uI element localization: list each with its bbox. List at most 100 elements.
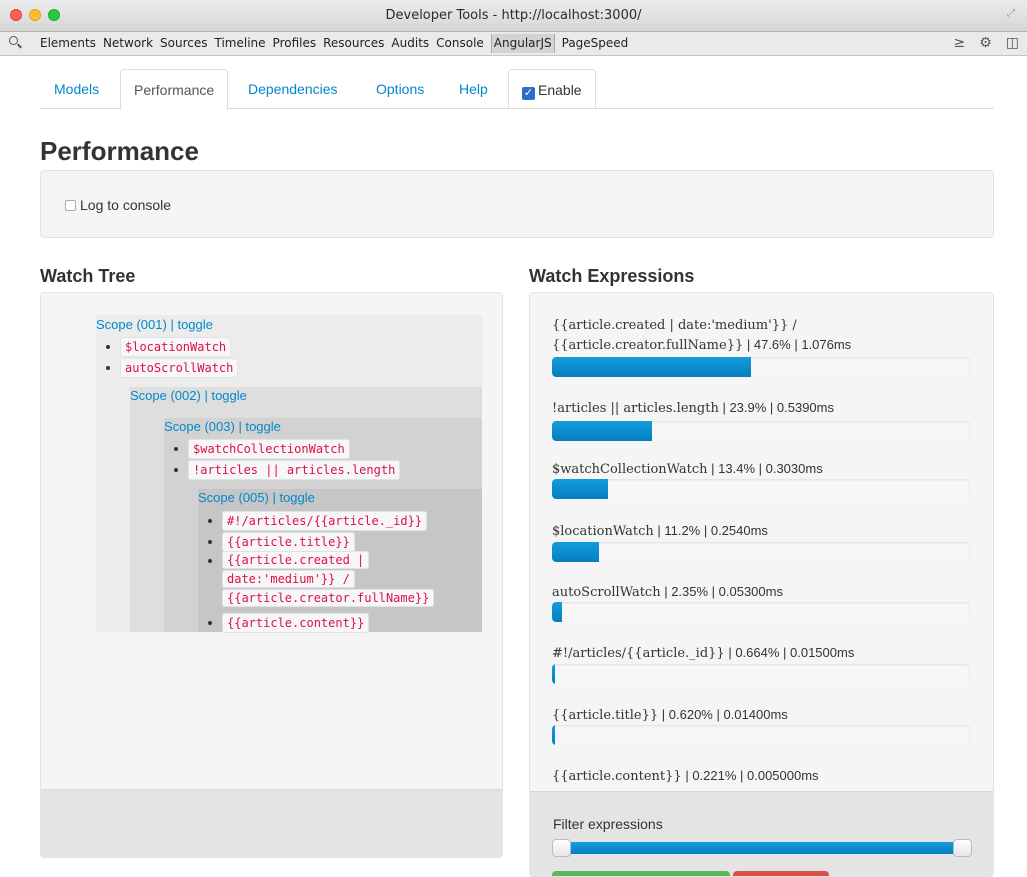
scope-header: Scope (001) | toggle [96, 317, 213, 332]
expression-progress-bar [552, 479, 970, 499]
tab-performance[interactable]: Performance [120, 69, 229, 110]
expression-stats: | 23.9% | 0.5390ms [722, 400, 834, 415]
enable-checkbox[interactable]: ✓ [522, 87, 535, 100]
watch-expression: $watchCollectionWatch [188, 439, 350, 459]
expression-progress-fill [552, 357, 751, 377]
expression-text: {{article.content}} [552, 769, 682, 784]
watch-expression: #!/articles/{{article._id}} [222, 511, 428, 531]
list-item: !articles || articles.length [174, 460, 401, 480]
window-titlebar: Developer Tools - http://localhost:3000/… [0, 0, 1027, 32]
scope-label[interactable]: Scope (005) [198, 490, 269, 505]
toolbar-right-icons: ≥ ⚙ ◫ [953, 35, 1019, 51]
tab-profiles[interactable]: Profiles [273, 36, 317, 53]
tab-enable[interactable]: ✓ Enable [508, 69, 596, 109]
filter-range-slider[interactable] [552, 839, 972, 857]
scope-header: Scope (002) | toggle [130, 388, 247, 403]
expression-row: $watchCollectionWatch | 13.4% | 0.3030ms [552, 459, 970, 499]
tab-console[interactable]: Console [436, 36, 484, 53]
scope-header: Scope (003) | toggle [164, 419, 281, 434]
scope-toggle-link[interactable]: toggle [211, 388, 246, 403]
expression-progress-fill [552, 602, 562, 622]
devtools-tabs: Elements Network Sources Timeline Profil… [40, 34, 635, 53]
tab-help[interactable]: Help [459, 69, 488, 109]
scope-label[interactable]: Scope (002) [130, 388, 201, 403]
expression-text-line2: {{article.creator.fullName}} [552, 338, 744, 353]
expression-progress-fill [552, 664, 555, 684]
inspector-tabs: Models Performance Dependencies Options … [40, 69, 994, 110]
danger-button[interactable] [733, 871, 829, 876]
tab-network[interactable]: Network [103, 36, 153, 53]
list-item: #!/articles/{{article._id}} [208, 511, 428, 531]
watch-expression: autoScrollWatch [120, 358, 239, 378]
expression-row: {{article.created | date:'medium'}} / {{a… [552, 315, 970, 377]
expression-row: {{article.title}} | 0.620% | 0.01400ms [552, 705, 970, 745]
log-to-console-checkbox[interactable] [65, 199, 76, 211]
tab-elements[interactable]: Elements [40, 36, 96, 53]
expression-stats: | 13.4% | 0.3030ms [711, 461, 823, 476]
scope-label[interactable]: Scope (003) [164, 419, 235, 434]
expression-text: {{article.created | date:'medium'}} / [552, 318, 797, 333]
fullscreen-icon[interactable]: ⤢ [1007, 8, 1019, 20]
expression-progress-fill [552, 421, 652, 441]
expression-row: $locationWatch | 11.2% | 0.2540ms [552, 521, 970, 562]
expression-row: {{article.content}} | 0.221% | 0.005000m… [552, 766, 970, 786]
expression-stats: | 0.221% | 0.005000ms [685, 768, 819, 783]
expression-progress-bar [552, 725, 970, 745]
watch-expressions-title: Watch Expressions [529, 266, 695, 286]
expression-row: #!/articles/{{article._id}} | 0.664% | 0… [552, 643, 970, 684]
tab-resources[interactable]: Resources [323, 36, 384, 53]
list-item: {{article.title}} [208, 532, 355, 552]
dock-icon[interactable]: ◫ [1006, 35, 1019, 51]
tab-sources[interactable]: Sources [160, 36, 207, 53]
page-title: Performance [40, 136, 199, 166]
tab-angularjs[interactable]: AngularJS [490, 34, 555, 53]
console-drawer-icon[interactable]: ≥ [953, 35, 965, 51]
scope-toggle-link[interactable]: toggle [245, 419, 280, 434]
watch-expression: {{article.title}} [222, 532, 355, 552]
devtools-toolbar: Elements Network Sources Timeline Profil… [0, 32, 1027, 56]
scope-toggle-link[interactable]: toggle [279, 490, 314, 505]
tab-audits[interactable]: Audits [391, 36, 429, 53]
expression-progress-bar [552, 357, 970, 377]
expression-progress-fill [552, 542, 599, 562]
filter-panel: Filter expressions [530, 791, 993, 876]
expression-text: $watchCollectionWatch [552, 462, 708, 477]
list-item: {{article.content}} [208, 613, 370, 633]
watch-tree-footer [41, 789, 502, 857]
watch-expression: !articles || articles.length [188, 460, 401, 480]
expression-row: !articles || articles.length | 23.9% | 0… [552, 398, 970, 441]
enable-label: Enable [538, 82, 582, 98]
expression-progress-bar [552, 542, 970, 562]
expression-stats: | 0.620% | 0.01400ms [661, 707, 788, 722]
performance-options-panel: Log to console [40, 170, 994, 238]
tab-models[interactable]: Models [54, 69, 99, 109]
expression-row: autoScrollWatch | 2.35% | 0.05300ms [552, 582, 970, 622]
watch-expressions-panel: {{article.created | date:'medium'}} / {{a… [529, 292, 994, 877]
watch-expression: {{article.created | date:'medium'}} / {{… [222, 551, 435, 608]
filter-label: Filter expressions [553, 816, 663, 832]
log-to-console-option[interactable]: Log to console [65, 197, 171, 213]
expression-text: !articles || articles.length [552, 401, 719, 416]
expression-progress-bar [552, 421, 970, 441]
watch-expression: {{article.content}} [222, 613, 370, 633]
success-button[interactable] [552, 871, 730, 876]
tab-pagespeed[interactable]: PageSpeed [562, 36, 629, 53]
tab-timeline[interactable]: Timeline [215, 36, 266, 53]
list-item: $watchCollectionWatch [174, 439, 350, 459]
expression-stats: | 0.664% | 0.01500ms [728, 645, 855, 660]
tab-dependencies[interactable]: Dependencies [248, 69, 338, 109]
expression-text: {{article.title}} [552, 708, 659, 723]
gear-icon[interactable]: ⚙ [979, 35, 992, 51]
tab-options[interactable]: Options [376, 69, 424, 109]
window-title: Developer Tools - http://localhost:3000/ [385, 8, 642, 23]
expression-stats: | 47.6% | 1.076ms [746, 337, 852, 352]
slider-track[interactable] [560, 842, 964, 854]
expression-text: $locationWatch [552, 524, 654, 539]
slider-handle-max[interactable] [953, 839, 972, 857]
search-icon[interactable] [9, 36, 23, 50]
scope-label[interactable]: Scope (001) [96, 317, 167, 332]
expression-text: #!/articles/{{article._id}} [552, 646, 725, 661]
scope-toggle-link[interactable]: toggle [177, 317, 212, 332]
expression-progress-fill [552, 725, 555, 745]
slider-handle-min[interactable] [552, 839, 571, 857]
